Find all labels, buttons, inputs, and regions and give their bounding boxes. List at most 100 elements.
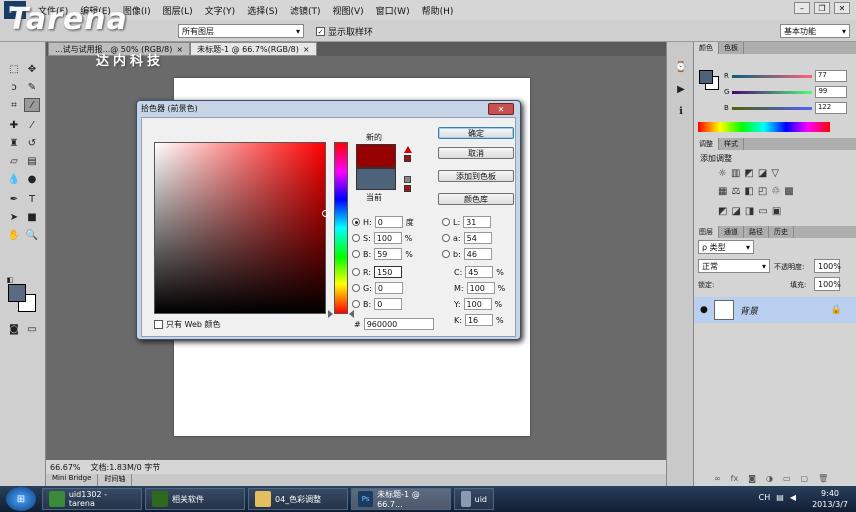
screen-mode-icon[interactable]: ▭ bbox=[24, 322, 40, 336]
brush-tool-icon[interactable]: ⁄ bbox=[24, 118, 40, 132]
crop-tool-icon[interactable]: ⌗ bbox=[6, 98, 22, 112]
blue-radio[interactable] bbox=[352, 300, 360, 308]
fill-input[interactable]: 100% bbox=[814, 277, 841, 291]
blue-slider-row[interactable]: B 122 bbox=[720, 100, 847, 116]
tab-paths[interactable]: 路径 bbox=[744, 226, 769, 238]
menu-filter[interactable]: 滤镜(T) bbox=[284, 4, 327, 17]
lab-b-radio[interactable] bbox=[442, 250, 450, 258]
a-radio[interactable] bbox=[442, 234, 450, 242]
path-select-icon[interactable]: ➤ bbox=[6, 210, 22, 224]
b-input[interactable]: 59 bbox=[374, 248, 403, 260]
menu-type[interactable]: 文字(Y) bbox=[199, 4, 242, 17]
menu-help[interactable]: 帮助(H) bbox=[416, 4, 460, 17]
tab-mini-bridge[interactable]: Mini Bridge bbox=[46, 474, 99, 486]
blend-mode-select[interactable]: 正常 ▾ bbox=[698, 259, 770, 273]
g-radio[interactable] bbox=[352, 284, 360, 292]
ok-button[interactable]: 确定 bbox=[438, 127, 514, 139]
restore-icon[interactable]: ❐ bbox=[814, 2, 830, 14]
close-icon[interactable]: ✕ bbox=[834, 2, 850, 14]
tab-layers[interactable]: 图层 bbox=[694, 226, 719, 238]
exposure-icon[interactable]: ◪ bbox=[758, 168, 767, 179]
levels-icon[interactable]: ▥ bbox=[731, 168, 740, 179]
tab-timeline[interactable]: 时间轴 bbox=[98, 474, 133, 486]
sample-select[interactable]: 所有图层 ▾ bbox=[178, 24, 304, 38]
close-icon[interactable]: × bbox=[303, 45, 310, 54]
r-radio[interactable] bbox=[352, 268, 360, 276]
quick-mask-icon[interactable]: ◙ bbox=[6, 322, 22, 336]
green-value[interactable]: 99 bbox=[815, 86, 848, 98]
workspace-select[interactable]: 基本功能 ▾ bbox=[780, 24, 850, 38]
posterize-icon[interactable]: ◪ bbox=[731, 206, 740, 217]
properties-icon[interactable]: ℹ bbox=[673, 104, 689, 118]
menu-view[interactable]: 视图(V) bbox=[326, 4, 369, 17]
tab-styles[interactable]: 样式 bbox=[719, 138, 744, 150]
curves-icon[interactable]: ◩ bbox=[744, 168, 753, 179]
photo-filter-icon[interactable]: ◰ bbox=[758, 186, 767, 197]
g-input[interactable]: 0 bbox=[374, 282, 403, 294]
tab-swatches[interactable]: 色板 bbox=[719, 42, 744, 54]
out-of-gamut-warning-icon[interactable] bbox=[404, 146, 412, 153]
red-slider[interactable] bbox=[731, 74, 812, 78]
b-radio[interactable] bbox=[352, 250, 360, 258]
menu-layer[interactable]: 图层(L) bbox=[157, 4, 199, 17]
h-radio[interactable] bbox=[352, 218, 360, 226]
m-input[interactable]: 100 bbox=[466, 282, 495, 294]
saturation-brightness-field[interactable] bbox=[154, 142, 326, 314]
foreground-color-swatch[interactable] bbox=[8, 284, 26, 302]
color-spectrum-bar[interactable] bbox=[698, 122, 830, 132]
current-color-swatch[interactable] bbox=[356, 168, 396, 190]
clock[interactable]: 9:40 2013/3/7 bbox=[812, 488, 848, 510]
stamp-tool-icon[interactable]: ♜ bbox=[6, 136, 22, 150]
taskbar-item-folder[interactable]: 04_色彩调整 bbox=[248, 488, 348, 510]
l-radio[interactable] bbox=[442, 218, 450, 226]
opacity-input[interactable]: 100% bbox=[814, 259, 841, 273]
quick-select-icon[interactable]: ✎ bbox=[24, 80, 40, 94]
cancel-button[interactable]: 取消 bbox=[438, 147, 514, 159]
green-slider-row[interactable]: G 99 bbox=[720, 84, 848, 100]
new-layer-icon[interactable]: ▢ bbox=[801, 474, 809, 483]
show-ring-option[interactable]: ✓ 显示取样环 bbox=[316, 25, 373, 38]
lab-b-input[interactable]: 46 bbox=[463, 248, 492, 260]
s-input[interactable]: 100 bbox=[373, 232, 402, 244]
language-indicator[interactable]: CH bbox=[759, 493, 771, 502]
type-tool-icon[interactable]: T bbox=[24, 192, 40, 206]
layer-row[interactable]: ● 背景 🔒 bbox=[694, 297, 856, 323]
hex-input[interactable]: 960000 bbox=[363, 318, 434, 330]
hand-tool-icon[interactable]: ✋ bbox=[6, 228, 22, 242]
bw-icon[interactable]: ◧ bbox=[744, 186, 753, 197]
close-icon[interactable]: ✕ bbox=[488, 103, 514, 115]
lasso-tool-icon[interactable]: ↄ bbox=[6, 80, 22, 94]
blue-input[interactable]: 0 bbox=[374, 298, 403, 310]
taskbar-item-photoshop[interactable]: Ps 未标题-1 @ 66.7... bbox=[351, 488, 451, 510]
invert-icon[interactable]: ◩ bbox=[718, 206, 727, 217]
history-brush-icon[interactable]: ↺ bbox=[24, 136, 40, 150]
pen-tool-icon[interactable]: ✒ bbox=[6, 192, 22, 206]
tab-doc-2[interactable]: 未标题-1 @ 66.7%(RGB/8) × bbox=[190, 42, 317, 56]
eyedropper-tool-icon[interactable]: ⁄ bbox=[24, 98, 40, 112]
actions-icon[interactable]: ▶ bbox=[673, 82, 689, 96]
minimize-icon[interactable]: – bbox=[794, 2, 810, 14]
taskbar-item-uid[interactable]: uid bbox=[454, 488, 494, 510]
web-only-checkbox[interactable] bbox=[154, 319, 163, 329]
menu-window[interactable]: 窗口(W) bbox=[370, 4, 416, 17]
eye-icon[interactable]: ● bbox=[700, 305, 708, 315]
vibrance-icon[interactable]: ▽ bbox=[771, 168, 779, 179]
tab-history[interactable]: 历史 bbox=[769, 226, 794, 238]
tab-adjustments[interactable]: 调整 bbox=[694, 138, 719, 150]
channel-mixer-icon[interactable]: ♲ bbox=[771, 186, 780, 197]
y-input[interactable]: 100 bbox=[463, 298, 492, 310]
selective-color-icon[interactable]: ▣ bbox=[772, 206, 781, 217]
healing-brush-icon[interactable]: ✚ bbox=[6, 118, 22, 132]
color-lookup-icon[interactable]: ▩ bbox=[784, 186, 793, 197]
threshold-icon[interactable]: ◨ bbox=[745, 206, 754, 217]
web-safe-swatch[interactable] bbox=[404, 185, 411, 192]
eraser-tool-icon[interactable]: ▱ bbox=[6, 154, 22, 168]
blur-tool-icon[interactable]: 💧 bbox=[6, 172, 22, 186]
blue-value[interactable]: 122 bbox=[814, 102, 847, 114]
a-input[interactable]: 54 bbox=[463, 232, 492, 244]
red-value[interactable]: 77 bbox=[814, 70, 847, 82]
fx-icon[interactable]: fx bbox=[731, 474, 739, 483]
k-input[interactable]: 16 bbox=[464, 314, 493, 326]
l-input[interactable]: 31 bbox=[463, 216, 492, 228]
move-tool-icon[interactable]: ✥ bbox=[24, 62, 40, 76]
